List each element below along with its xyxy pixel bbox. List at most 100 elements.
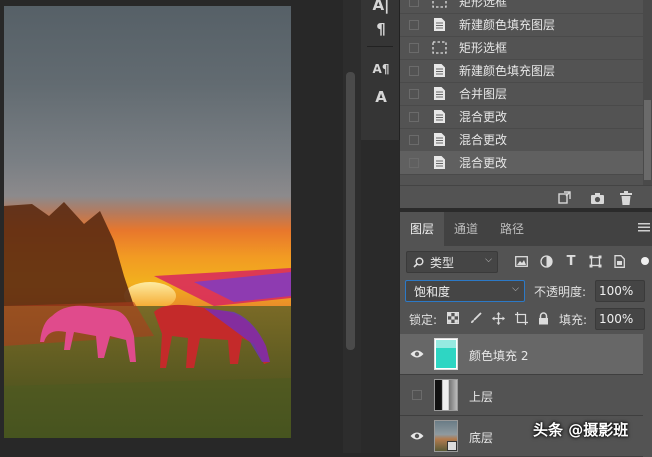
history-step[interactable]: 新建颜色填充图层: [400, 13, 643, 37]
history-step-label: 矩形选框: [459, 41, 508, 55]
layer-name: 底层: [469, 431, 494, 445]
tool-glyph: A: [375, 88, 387, 106]
history-checkbox[interactable]: [409, 157, 419, 168]
fill-color-swatch: [436, 348, 456, 368]
panel-tool-strip: A| ¶ A¶ A: [361, 0, 400, 140]
camera-snapshot-icon[interactable]: [589, 190, 605, 206]
lock-image-pixels-icon[interactable]: [469, 311, 483, 325]
history-step[interactable]: 矩形选框: [400, 36, 643, 60]
document-icon: [431, 109, 447, 125]
fill-swatch-top: [436, 340, 456, 348]
history-checkbox[interactable]: [409, 42, 419, 53]
history-step-label: 混合更改: [459, 133, 508, 147]
history-checkbox[interactable]: [409, 111, 419, 122]
fill-label: 填充:: [559, 313, 588, 327]
history-checkbox[interactable]: [409, 19, 419, 30]
chevron-down-icon: ⌵: [512, 284, 519, 294]
history-step-label: 合并图层: [459, 87, 508, 101]
history-step[interactable]: 新建颜色填充图层: [400, 59, 643, 83]
fill-value: 100%: [599, 312, 634, 326]
layer-row-upper[interactable]: 上层: [400, 375, 643, 416]
blend-mode-select[interactable]: 饱和度 ⌵: [405, 280, 525, 302]
history-step[interactable]: 矩形选框: [400, 0, 643, 14]
layer-thumbnail: [434, 379, 458, 411]
opacity-label: 不透明度:: [534, 285, 587, 299]
new-document-from-state-icon[interactable]: [557, 190, 573, 206]
document-icon: [431, 155, 447, 171]
tool-glyph: A¶: [372, 62, 390, 76]
type-layer-filter-icon[interactable]: T: [564, 254, 578, 269]
history-checkbox[interactable]: [409, 65, 419, 76]
tool-strip-empty: [361, 140, 399, 453]
pixel-layer-filter-icon[interactable]: [514, 254, 528, 268]
chevron-down-icon: ⌵: [485, 255, 492, 265]
trash-icon[interactable]: [618, 190, 634, 206]
lock-transparent-pixels-icon[interactable]: [446, 311, 460, 325]
character-style-icon[interactable]: A: [370, 86, 392, 108]
tool-glyph: A|: [372, 0, 390, 14]
document-image[interactable]: [4, 6, 291, 438]
lock-artboard-icon[interactable]: [514, 311, 528, 325]
history-step[interactable]: 混合更改: [400, 151, 643, 175]
panel-menu-icon[interactable]: [638, 221, 650, 235]
lock-label: 锁定:: [409, 313, 438, 327]
lock-row: 锁定: 填充: 100%: [400, 308, 652, 332]
history-step[interactable]: 混合更改: [400, 128, 643, 152]
history-step-label: 新建颜色填充图层: [459, 64, 556, 78]
layer-thumbnail: [434, 338, 458, 370]
image-scene: [4, 202, 291, 438]
history-checkbox[interactable]: [409, 88, 419, 99]
layer-row-color-fill-2[interactable]: 颜色填充 2: [400, 334, 643, 375]
layer-thumbnail: [434, 420, 458, 452]
smart-object-badge-icon: [447, 441, 457, 451]
tab-channels[interactable]: 通道: [444, 212, 488, 246]
layer-name: 上层: [469, 390, 494, 404]
filter-kind-select[interactable]: 类型 ⌵: [406, 251, 498, 273]
history-checkbox[interactable]: [409, 134, 419, 145]
history-step-label: 矩形选框: [459, 0, 508, 9]
lock-all-icon[interactable]: [536, 311, 550, 325]
history-step-label: 混合更改: [459, 110, 508, 124]
history-step-label: 混合更改: [459, 156, 508, 170]
history-checkbox[interactable]: [409, 0, 419, 7]
tab-paths[interactable]: 路径: [490, 212, 534, 246]
history-panel: 矩形选框 新建颜色填充图层 矩形选框 新建颜色填充图层 合并图层 混合更改 混合更改 混合更改: [400, 0, 652, 209]
layer-name: 颜色填充 2: [469, 349, 529, 363]
history-step[interactable]: 混合更改: [400, 105, 643, 129]
adjustment-layer-filter-icon[interactable]: [539, 254, 553, 268]
smart-object-filter-icon[interactable]: [612, 254, 626, 268]
canvas-scrollbar[interactable]: [343, 0, 361, 453]
search-icon: [413, 257, 424, 268]
tab-layers[interactable]: 图层: [400, 212, 445, 246]
document-icon: [431, 86, 447, 102]
character-panel-icon[interactable]: A|: [370, 0, 392, 16]
canvas-scrollbar-thumb[interactable]: [346, 72, 355, 350]
paragraph-panel-icon[interactable]: ¶: [370, 18, 392, 40]
layer-filter-row: 类型 ⌵ T: [400, 250, 652, 276]
visibility-toggle-empty[interactable]: [409, 387, 425, 403]
tool-glyph: ¶: [376, 20, 386, 38]
eye-icon[interactable]: [409, 346, 425, 362]
opacity-field[interactable]: 100%: [595, 280, 645, 302]
history-step[interactable]: 合并图层: [400, 82, 643, 106]
layers-tab-bar: 图层 通道 路径: [400, 212, 652, 246]
marquee-icon: [431, 40, 447, 56]
filter-toggle-icon[interactable]: [636, 254, 650, 268]
shape-layer-filter-icon[interactable]: [588, 254, 602, 268]
eye-icon[interactable]: [409, 428, 425, 444]
history-step-label: 新建颜色填充图层: [459, 18, 556, 32]
paragraph-style-icon[interactable]: A¶: [370, 58, 392, 80]
document-icon: [431, 63, 447, 79]
document-icon: [431, 17, 447, 33]
document-icon: [431, 132, 447, 148]
blend-row: 饱和度 ⌵ 不透明度: 100%: [400, 280, 652, 304]
canvas-area[interactable]: [0, 0, 343, 453]
fill-field[interactable]: 100%: [595, 308, 645, 330]
history-scrollbar-thumb[interactable]: [644, 100, 651, 180]
watermark: 头条 @摄影班: [533, 421, 629, 439]
history-footer: [400, 185, 652, 209]
lock-position-icon[interactable]: [491, 311, 505, 325]
opacity-value: 100%: [599, 284, 634, 298]
blend-mode-value: 饱和度: [414, 284, 451, 299]
history-scrollbar[interactable]: [643, 0, 652, 185]
